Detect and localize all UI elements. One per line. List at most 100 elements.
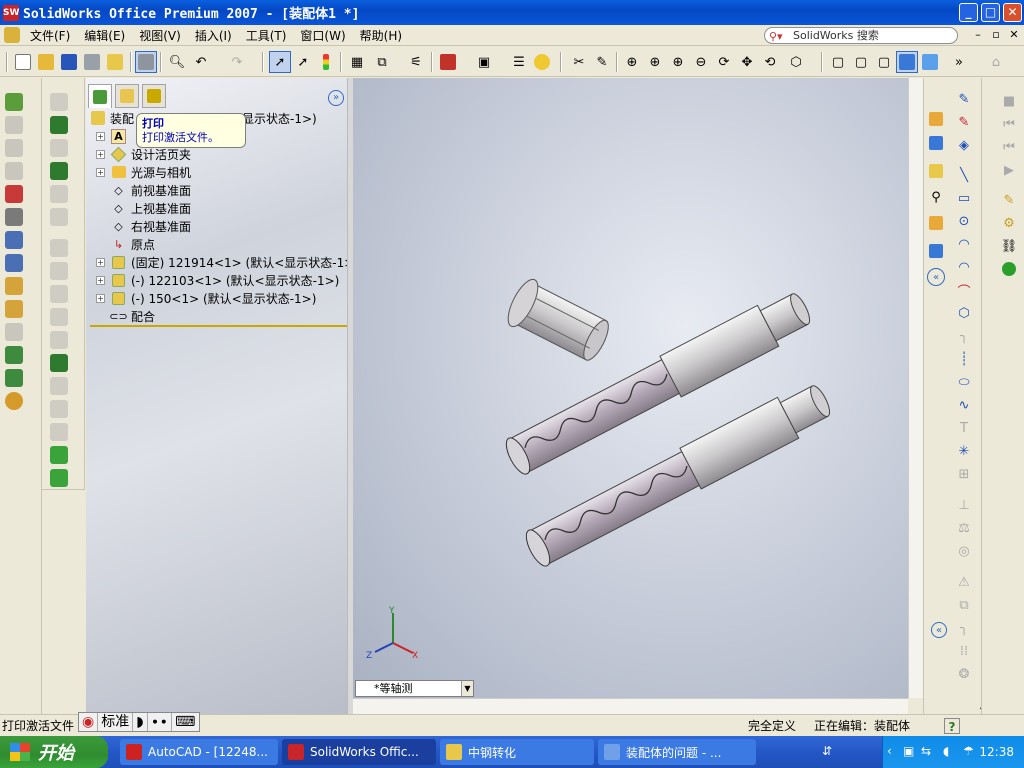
graphics-viewport[interactable]: Y X Z bbox=[353, 78, 908, 698]
hole-wizard-icon[interactable] bbox=[50, 308, 68, 326]
move-component-icon[interactable] bbox=[5, 231, 23, 249]
rebuild-icon[interactable] bbox=[315, 51, 337, 73]
horizontal-scrollbar[interactable] bbox=[353, 698, 908, 714]
sketch-icon[interactable]: ✎ bbox=[955, 90, 973, 108]
curves-icon[interactable] bbox=[50, 469, 68, 487]
solidworks-app-icon[interactable]: SW bbox=[3, 4, 19, 21]
extend-icon[interactable]: ╮ bbox=[955, 619, 973, 637]
taskbar-item-autocad[interactable]: AutoCAD - [12248... bbox=[120, 739, 278, 765]
panel-expand-icon[interactable]: » bbox=[328, 90, 344, 106]
edit-component-icon[interactable] bbox=[5, 162, 23, 180]
tree-item-top-plane[interactable]: ◇ 上视基准面 bbox=[111, 199, 191, 217]
solidworks-resources-icon[interactable] bbox=[927, 110, 945, 128]
zoom-fit-icon[interactable]: ⊕ bbox=[621, 51, 643, 73]
search-icon[interactable]: ⚲ bbox=[927, 188, 945, 206]
tree-item-lights-cameras[interactable]: + 光源与相机 bbox=[96, 163, 191, 181]
menu-help[interactable]: 帮助(H) bbox=[353, 27, 409, 44]
offset-entities-icon[interactable]: ◎ bbox=[955, 542, 973, 560]
rotate-mate-icon[interactable]: ✎ bbox=[1000, 191, 1018, 209]
rotate-component-icon[interactable] bbox=[5, 254, 23, 272]
rollback-bar[interactable] bbox=[90, 325, 348, 327]
three-point-arc-icon[interactable]: ⌒ bbox=[955, 281, 973, 300]
spline-icon[interactable]: ∿ bbox=[955, 396, 973, 414]
taskbar-toggle-icon[interactable]: ⇵ bbox=[822, 744, 832, 758]
mdi-restore-button[interactable]: ▫ bbox=[988, 28, 1004, 41]
shaded-with-edges-icon[interactable] bbox=[896, 51, 918, 73]
new-document-icon[interactable] bbox=[12, 51, 34, 73]
make-assembly-icon[interactable] bbox=[104, 51, 126, 73]
tree-item-front-plane[interactable]: ◇ 前视基准面 bbox=[111, 181, 191, 199]
mirror-entities-icon[interactable]: ⚖ bbox=[955, 519, 973, 537]
linear-sketch-pattern-icon[interactable]: ⁞⁞ bbox=[955, 642, 973, 660]
hidden-lines-removed-icon[interactable]: ▢ bbox=[873, 51, 895, 73]
shaded-icon[interactable] bbox=[919, 51, 941, 73]
rib-icon[interactable] bbox=[50, 262, 68, 280]
explode-line-sketch-icon[interactable] bbox=[5, 323, 23, 341]
revolve-icon[interactable] bbox=[50, 139, 68, 157]
line-icon[interactable]: ╲ bbox=[955, 166, 973, 184]
collapse-task-pane-icon[interactable]: « bbox=[927, 268, 945, 286]
polygon-icon[interactable]: ⬡ bbox=[955, 304, 973, 322]
ime-halfwidth-icon[interactable]: ◗ bbox=[133, 713, 148, 731]
make-drawing-icon[interactable] bbox=[81, 51, 103, 73]
arc-icon[interactable]: ◠ bbox=[955, 235, 973, 253]
clock[interactable]: 12:38 bbox=[979, 745, 1014, 759]
title-bar[interactable]: SW SolidWorks Office Premium 2007 - [装配体… bbox=[0, 0, 1024, 25]
gear-icon[interactable]: ⚙ bbox=[1000, 214, 1018, 232]
start-button[interactable]: 开始 bbox=[0, 736, 108, 768]
tab-feature-manager[interactable] bbox=[88, 84, 112, 108]
mdi-close-button[interactable]: ✕ bbox=[1006, 28, 1022, 41]
chain-icon[interactable]: ⛓ bbox=[1000, 237, 1018, 255]
play-icon[interactable]: ▶ bbox=[1000, 161, 1018, 179]
view-orientation-select[interactable]: *等轴测 ▼ bbox=[355, 680, 474, 697]
volume-icon[interactable]: ◖ bbox=[943, 744, 949, 758]
mdi-minimize-button[interactable]: – bbox=[970, 28, 986, 41]
3d-content-icon[interactable] bbox=[927, 242, 945, 260]
tree-item-part-150[interactable]: + (-) 150<1> (默认<显示状态-1>) bbox=[96, 289, 316, 307]
zoom-area-icon[interactable]: ⊕ bbox=[644, 51, 666, 73]
centerline-icon[interactable]: ┊ bbox=[955, 350, 973, 368]
toolbar-overflow-icon[interactable]: » bbox=[952, 51, 966, 73]
tree-item-part-121914[interactable]: + (固定) 121914<1> (默认<显示状态-1>) bbox=[96, 253, 359, 271]
circular-pattern-icon[interactable] bbox=[50, 400, 68, 418]
ime-logo-icon[interactable]: ◉ bbox=[79, 713, 99, 731]
tray-expand-icon[interactable]: ‹ bbox=[887, 744, 892, 758]
view-palette-icon[interactable] bbox=[927, 214, 945, 232]
help-question-icon[interactable] bbox=[531, 51, 553, 73]
tree-item-part-122103[interactable]: + (-) 122103<1> (默认<显示状态-1>) bbox=[96, 271, 339, 289]
solidworks-search-input[interactable]: ⚲▾ SolidWorks 搜索 bbox=[764, 27, 958, 44]
lock-icon[interactable]: ⌂ bbox=[985, 51, 1007, 73]
taskbar-item-browser[interactable]: 装配体的问题 - ... bbox=[598, 739, 756, 765]
mirror-icon[interactable] bbox=[50, 423, 68, 441]
sketch-fillet-icon[interactable]: ╮ bbox=[955, 327, 973, 345]
chevron-down-icon[interactable]: ▼ bbox=[461, 681, 473, 696]
tab-property-manager[interactable] bbox=[115, 84, 139, 108]
maximize-button[interactable]: □ bbox=[981, 3, 1000, 22]
fillet-icon[interactable] bbox=[50, 185, 68, 203]
expand-icon[interactable]: + bbox=[96, 275, 105, 285]
measure-icon[interactable]: ✂ bbox=[568, 51, 590, 73]
tree-item-origin[interactable]: ↳ 原点 bbox=[111, 235, 155, 253]
hide-show-icon[interactable] bbox=[5, 116, 23, 134]
print-preview-icon[interactable]: 🔍︎ bbox=[166, 51, 188, 73]
properties-icon[interactable]: ☰ bbox=[508, 51, 530, 73]
select-filter-icon[interactable]: ➚ bbox=[292, 51, 314, 73]
linear-pattern-icon[interactable] bbox=[50, 377, 68, 395]
solidworks-logo-icon[interactable] bbox=[4, 27, 20, 43]
mate-icon[interactable] bbox=[5, 208, 23, 226]
ellipse-icon[interactable]: ⬭ bbox=[955, 373, 973, 391]
expand-icon[interactable]: + bbox=[96, 149, 105, 159]
extrude-icon[interactable] bbox=[50, 93, 68, 111]
chamfer-icon[interactable] bbox=[50, 208, 68, 226]
ime-mode-label[interactable]: 标准 bbox=[98, 713, 134, 731]
interference-detection-icon[interactable] bbox=[5, 346, 23, 364]
expand-icon[interactable]: + bbox=[96, 167, 105, 177]
no-external-refs-icon[interactable] bbox=[5, 185, 23, 203]
ball-icon[interactable] bbox=[1000, 260, 1018, 278]
collapse-sketch-toolbar-icon[interactable]: « bbox=[931, 622, 947, 638]
ime-keyboard-icon[interactable]: ⌨ bbox=[172, 713, 198, 731]
shell-icon[interactable] bbox=[50, 239, 68, 257]
open-folder-icon[interactable] bbox=[35, 51, 57, 73]
bushing-part[interactable] bbox=[502, 275, 615, 367]
rectangle-icon[interactable]: ▭ bbox=[955, 189, 973, 207]
